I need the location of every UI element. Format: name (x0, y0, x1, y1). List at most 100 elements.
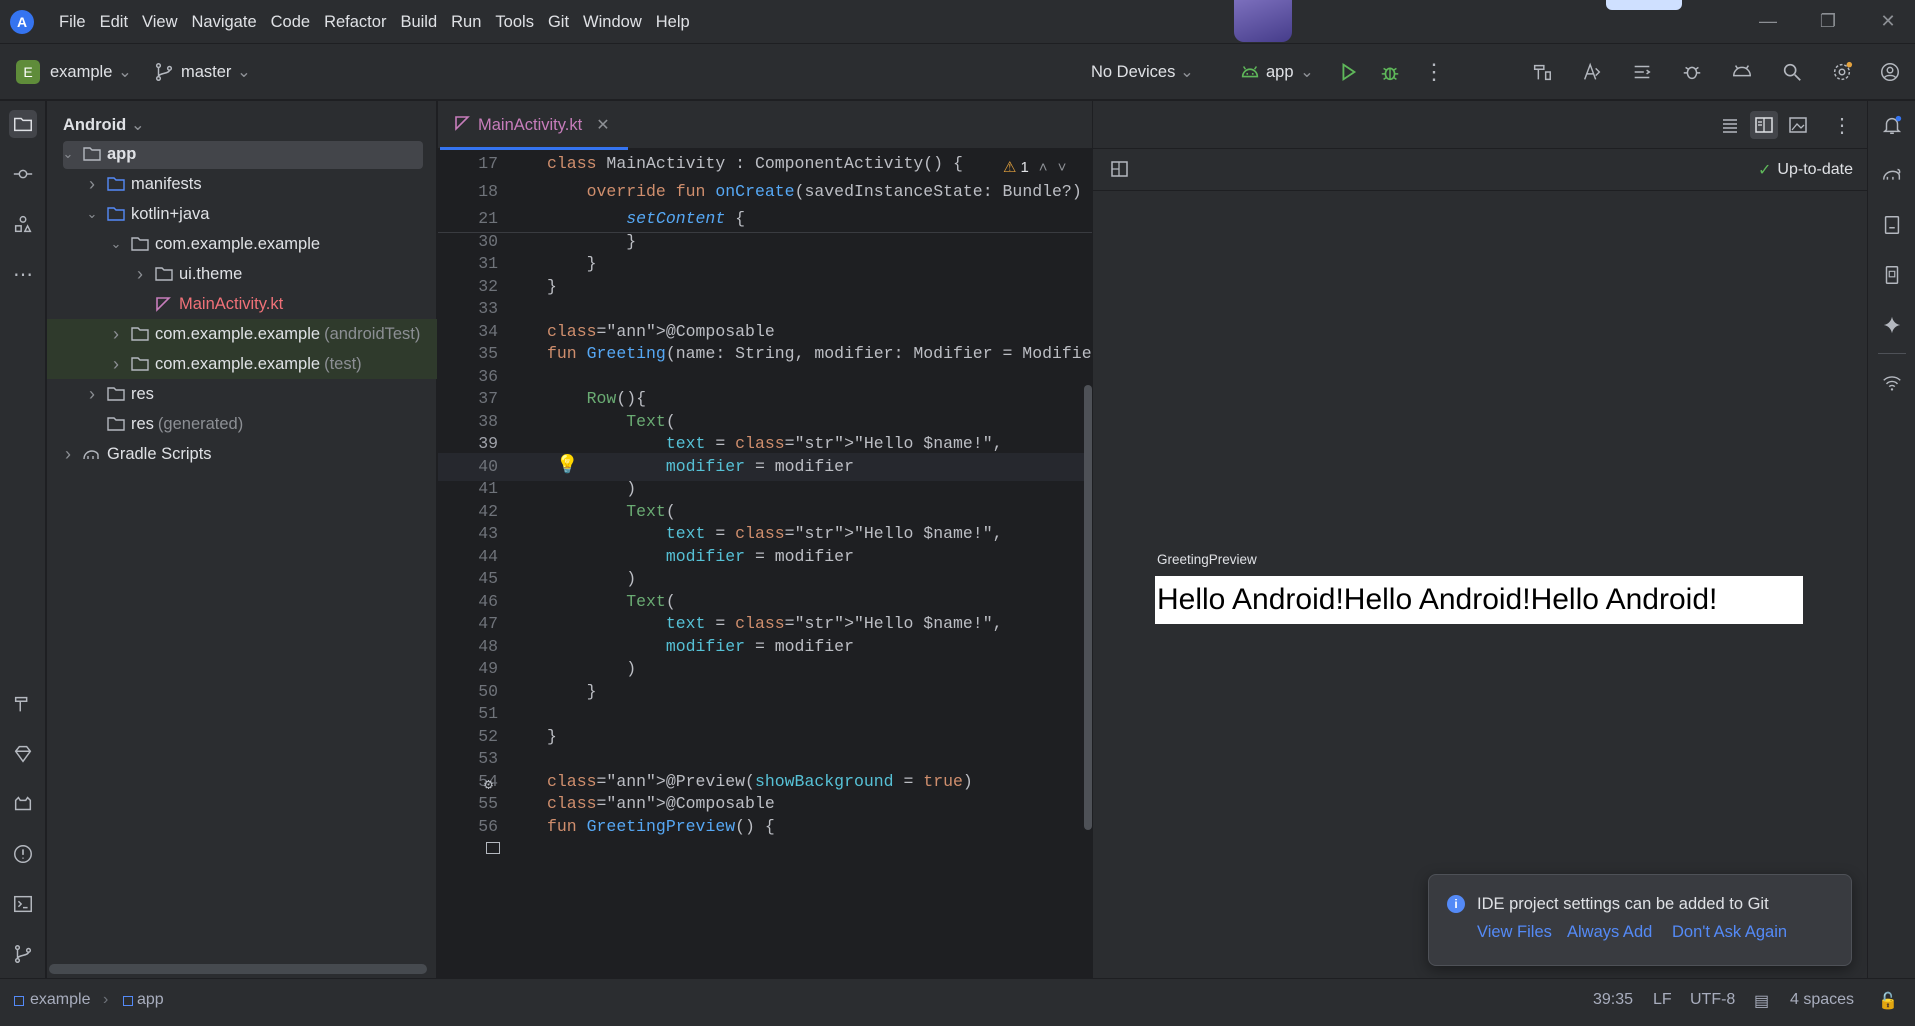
app-quality-icon[interactable] (1678, 58, 1706, 86)
menu-item-build[interactable]: Build (400, 13, 437, 32)
menu-item-run[interactable]: Run (451, 13, 481, 32)
menu-item-git[interactable]: Git (548, 13, 569, 32)
horizontal-scrollbar[interactable] (49, 964, 427, 974)
chevron-down-icon[interactable]: ⌄ (85, 206, 99, 222)
project-selector[interactable]: example (50, 60, 112, 84)
chevron-down-icon[interactable]: ⌄ (118, 60, 132, 84)
lightbulb-icon[interactable]: 💡 (556, 454, 578, 476)
more-horizontal-icon[interactable]: ⋯ (9, 260, 37, 288)
running-devices-icon[interactable] (1878, 261, 1906, 289)
caret-position[interactable]: 39:35 (1593, 991, 1633, 1009)
run-config-selector[interactable]: app (1266, 60, 1294, 84)
tree-item[interactable]: › manifests (47, 169, 437, 199)
project-badge[interactable]: E (16, 60, 40, 84)
resource-manager-icon[interactable] (9, 210, 37, 238)
breadcrumb-project[interactable]: example (30, 991, 90, 1009)
device-manager-icon[interactable] (1728, 58, 1756, 86)
settings-gear-icon[interactable] (1828, 58, 1856, 86)
tree-item[interactable]: MainActivity.kt (47, 289, 437, 319)
menu-item-edit[interactable]: Edit (100, 13, 128, 32)
chevron-right-icon[interactable]: › (109, 324, 123, 345)
gemini-sparkle-icon[interactable] (1878, 311, 1906, 339)
gradle-elephant-icon[interactable] (1878, 161, 1906, 189)
chevron-right-icon[interactable]: › (85, 174, 99, 195)
chevron-down-icon[interactable]: ⌄ (1180, 60, 1194, 84)
debug-icon[interactable] (1376, 58, 1404, 86)
chevron-right-icon[interactable]: › (133, 264, 147, 285)
sticky-code-line[interactable]: 21 setContent { (438, 205, 1092, 233)
lock-icon[interactable]: 🔓 (1878, 991, 1898, 1011)
terminal-icon[interactable] (9, 890, 37, 918)
gem-icon[interactable] (9, 740, 37, 768)
menu-item-view[interactable]: View (142, 13, 177, 32)
project-folder-icon[interactable] (9, 110, 37, 138)
restore-button[interactable]: ❐ (1803, 0, 1853, 44)
branch-selector[interactable]: master (181, 60, 231, 84)
chevron-down-icon[interactable]: ⌄ (61, 146, 75, 162)
preview-label[interactable]: GreetingPreview (1157, 552, 1257, 567)
tree-item[interactable]: ⌄ kotlin+java (47, 199, 437, 229)
preview-gutter-icon[interactable] (486, 842, 500, 854)
notifications-bell-icon[interactable] (1878, 111, 1906, 139)
device-file-explorer-icon[interactable] (1878, 211, 1906, 239)
menu-item-navigate[interactable]: Navigate (192, 13, 257, 32)
device-selector[interactable]: No Devices (1091, 60, 1175, 84)
layout-inspector-icon[interactable] (1628, 58, 1656, 86)
close-window-button[interactable]: ✕ (1863, 0, 1913, 44)
chevron-down-icon[interactable]: ⌄ (109, 236, 123, 252)
menu-item-file[interactable]: File (59, 13, 86, 32)
android-studio-logo-icon[interactable]: A (10, 10, 34, 34)
tab-mainactivity[interactable]: MainActivity.kt ✕ (438, 101, 628, 150)
design-only-icon[interactable] (1784, 101, 1812, 149)
tree-item[interactable]: › Gradle Scripts (47, 439, 437, 469)
tree-item[interactable]: res (generated) (47, 409, 437, 439)
menu-item-refactor[interactable]: Refactor (324, 13, 386, 32)
build-hammer-icon[interactable] (9, 690, 37, 718)
build-tools-icon[interactable] (1528, 58, 1556, 86)
vertical-scrollbar[interactable] (1084, 385, 1092, 830)
tree-item[interactable]: › com.example.example (test) (47, 349, 437, 379)
run-icon[interactable] (1334, 58, 1362, 86)
tree-item[interactable]: › com.example.example (androidTest) (47, 319, 437, 349)
breadcrumb-module[interactable]: app (137, 991, 164, 1009)
tree-item[interactable]: › ui.theme (47, 259, 437, 289)
indent-setting[interactable]: 4 spaces (1790, 991, 1854, 1009)
preview-layout-icon[interactable] (1111, 161, 1131, 184)
always-add-link[interactable]: Always Add (1567, 923, 1652, 942)
chevron-right-icon[interactable]: › (61, 444, 75, 465)
sticky-code-line[interactable]: 17 class MainActivity : ComponentActivity… (438, 150, 1092, 178)
preview-settings-gear-icon[interactable]: ⚙ (484, 775, 493, 794)
line-ending[interactable]: LF (1653, 991, 1672, 1009)
menu-item-window[interactable]: Window (583, 13, 642, 32)
wifi-icon[interactable] (1878, 369, 1906, 397)
menu-item-code[interactable]: Code (271, 13, 310, 32)
menu-item-help[interactable]: Help (656, 13, 690, 32)
sticky-code-line[interactable]: 18 override fun onCreate(savedInstanceSt… (438, 178, 1092, 206)
chevron-right-icon[interactable]: › (85, 384, 99, 405)
code-line[interactable]: 56 fun GreetingPreview() { (438, 813, 1092, 841)
search-icon[interactable] (1778, 58, 1806, 86)
readonly-toggle-icon[interactable]: ▤ (1754, 991, 1769, 1011)
close-tab-icon[interactable]: ✕ (596, 115, 609, 135)
chevron-down-icon[interactable]: ⌄ (237, 60, 251, 84)
tree-item[interactable]: ⌄ app (47, 139, 437, 169)
preview-render[interactable]: Hello Android!Hello Android!Hello Androi… (1155, 576, 1803, 624)
git-icon[interactable] (9, 940, 37, 968)
dont-ask-again-link[interactable]: Don't Ask Again (1672, 923, 1787, 942)
chevron-right-icon[interactable]: › (109, 354, 123, 375)
tree-item[interactable]: › res (47, 379, 437, 409)
code-only-icon[interactable] (1716, 101, 1744, 149)
minimize-button[interactable]: — (1743, 0, 1793, 44)
more-vertical-icon[interactable]: ⋮ (1828, 101, 1856, 149)
split-view-icon[interactable] (1750, 111, 1778, 139)
translate-icon[interactable] (1578, 58, 1606, 86)
previous-highlight-icon[interactable]: ˄ (1039, 159, 1048, 176)
file-encoding[interactable]: UTF-8 (1690, 991, 1735, 1009)
inspection-widget[interactable]: ⚠ 1 ˄ ˅ (1003, 158, 1066, 177)
menu-item-tools[interactable]: Tools (495, 13, 534, 32)
project-view-selector[interactable]: Android ⌄ (63, 115, 145, 135)
commit-icon[interactable] (9, 160, 37, 188)
account-icon[interactable] (1876, 58, 1904, 86)
chevron-down-icon[interactable]: ⌄ (1300, 60, 1314, 84)
more-vertical-icon[interactable]: ⋮ (1420, 58, 1448, 86)
